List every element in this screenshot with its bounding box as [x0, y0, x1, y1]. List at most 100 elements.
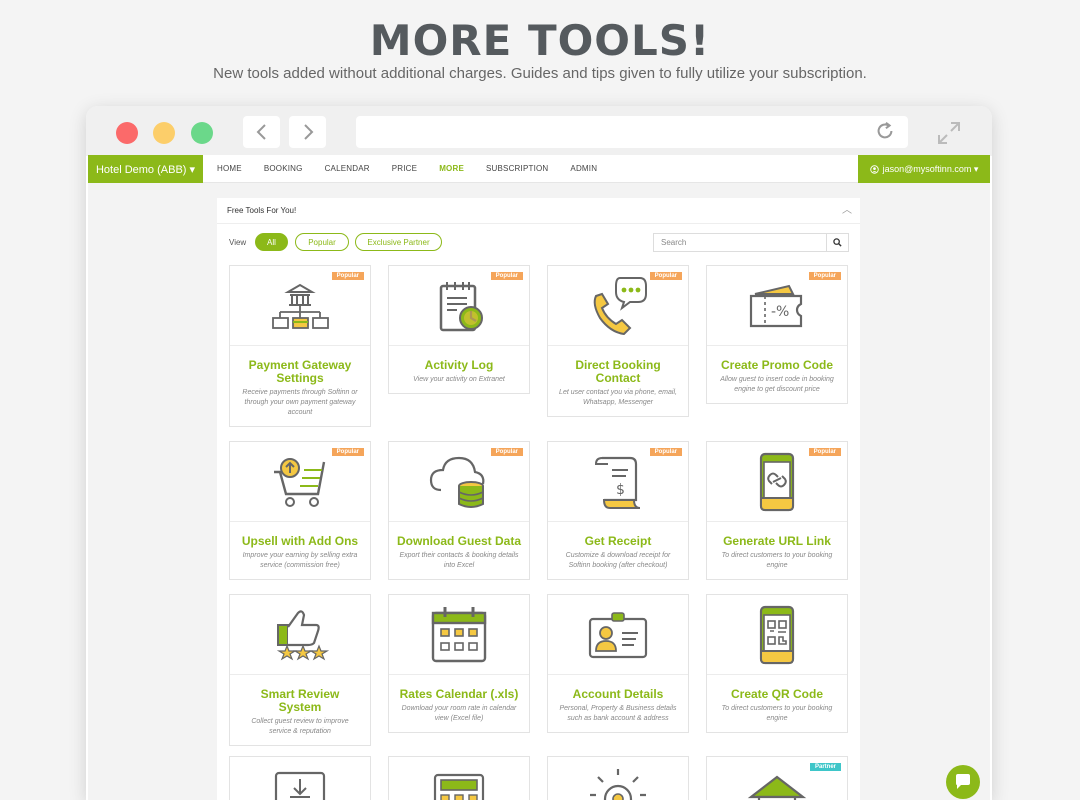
- tool-card[interactable]: Popular -% Create Promo Code Allow guest…: [706, 265, 848, 404]
- tool-title: Create Promo Code: [720, 358, 834, 372]
- hero-title: MORE TOOLS!: [369, 16, 711, 65]
- tool-card[interactable]: Smart Review System Collect guest review…: [229, 594, 371, 746]
- facebook-download-icon: [274, 771, 326, 800]
- popular-badge: Popular: [808, 272, 841, 280]
- calendar-icon: [431, 606, 487, 662]
- user-email: jason@mysoftinn.com ▾: [882, 163, 979, 174]
- chat-bubble-icon: [956, 774, 970, 789]
- tool-desc: Personal, Property & Business details su…: [559, 705, 677, 722]
- popular-badge: Popular: [331, 272, 364, 280]
- calculator-icon: [433, 773, 485, 800]
- activity-log-icon: [439, 281, 483, 331]
- user-menu[interactable]: jason@mysoftinn.com ▾: [858, 155, 990, 183]
- popular-badge: Popular: [331, 448, 364, 456]
- tool-card[interactable]: Popular Payment Gateway Settings Receive…: [229, 265, 371, 427]
- tool-desc: To direct customers to your booking engi…: [721, 705, 833, 722]
- tool-desc: Allow guest to insert code in booking en…: [720, 376, 834, 393]
- chevron-left-icon: [256, 124, 266, 140]
- browser-chrome: [86, 106, 992, 156]
- tool-card[interactable]: Popular Direct Booking Contact Let user …: [547, 265, 689, 417]
- popular-badge: Popular: [490, 448, 523, 456]
- tool-title: Rates Calendar (.xls): [399, 687, 519, 701]
- tool-desc: View your activity on Extranet: [413, 376, 505, 383]
- menu-booking[interactable]: BOOKING: [253, 155, 314, 183]
- tool-title: Generate URL Link: [723, 534, 831, 548]
- tool-title: Account Details: [572, 687, 664, 701]
- search-icon: [833, 238, 842, 247]
- popular-badge: Popular: [649, 272, 682, 280]
- tool-title: Create QR Code: [730, 687, 824, 701]
- maximize-dot[interactable]: [191, 122, 213, 144]
- tool-card[interactable]: Popular Upsell with Add Ons Improve your…: [229, 441, 371, 580]
- tool-desc: Let user contact you via phone, email, W…: [559, 389, 677, 406]
- tool-card[interactable]: Account Details Personal, Property & Bus…: [547, 594, 689, 733]
- tool-desc: Customize & download receipt for Softinn…: [565, 552, 671, 569]
- menu-price[interactable]: PRICE: [381, 155, 428, 183]
- tool-title: Activity Log: [424, 358, 494, 372]
- receipt-icon: $: [594, 456, 641, 509]
- house-chart-icon: [747, 775, 807, 800]
- tool-card[interactable]: Partner: [706, 756, 848, 800]
- popular-badge: Popular: [649, 448, 682, 456]
- tool-desc: To direct customers to your booking engi…: [721, 552, 833, 569]
- search-input[interactable]: Search: [653, 233, 849, 252]
- menu-calendar[interactable]: CALENDAR: [314, 155, 381, 183]
- tool-title: Upsell with Add Ons: [241, 534, 359, 548]
- phone-chat-icon: [593, 276, 647, 335]
- back-button[interactable]: [243, 116, 280, 148]
- hotel-selector[interactable]: Hotel Demo (ABB) ▾: [88, 155, 203, 183]
- menu-home[interactable]: HOME: [206, 155, 253, 183]
- tool-card[interactable]: Popular $ Get Receipt Customize & downlo…: [547, 441, 689, 580]
- partner-badge: Partner: [809, 763, 841, 771]
- popular-badge: Popular: [490, 272, 523, 280]
- view-label: View: [229, 238, 247, 247]
- tool-desc: Receive payments through Softinn or thro…: [242, 389, 358, 416]
- hero-subtitle: New tools added without additional charg…: [213, 65, 867, 82]
- menu-admin[interactable]: ADMIN: [559, 155, 608, 183]
- promo-ticket-icon: -%: [749, 284, 803, 327]
- svg-text:$: $: [616, 482, 625, 498]
- main-menu: HOME BOOKING CALENDAR PRICE MORE SUBSCRI…: [206, 155, 608, 183]
- cloud-database-icon: [429, 456, 485, 508]
- svg-text:-%: -%: [771, 304, 789, 320]
- tool-card[interactable]: Rates Calendar (.xls) Download your room…: [388, 594, 530, 733]
- tool-title: Get Receipt: [584, 534, 652, 548]
- menu-more[interactable]: MORE: [428, 155, 475, 183]
- id-card-icon: [588, 611, 648, 658]
- filter-popular[interactable]: Popular: [295, 233, 349, 251]
- menu-subscription[interactable]: SUBSCRIPTION: [475, 155, 559, 183]
- popular-badge: Popular: [808, 448, 841, 456]
- chevron-up-icon[interactable]: ︿: [842, 198, 852, 224]
- panel-header[interactable]: Free Tools For You! ︿: [217, 198, 860, 224]
- browser-window: Hotel Demo (ABB) ▾ HOME BOOKING CALENDAR…: [86, 106, 992, 800]
- tool-card[interactable]: Popular Generate URL Link To direct cust…: [706, 441, 848, 580]
- tool-card[interactable]: Download Guest Data Export their contact…: [388, 441, 530, 580]
- mobile-link-icon: [759, 452, 795, 511]
- expand-icon[interactable]: [936, 120, 962, 146]
- close-dot[interactable]: [116, 122, 138, 144]
- tool-card[interactable]: Popular Activity Log View your activity …: [388, 265, 530, 394]
- cart-upsell-icon: [274, 457, 326, 507]
- url-bar[interactable]: [356, 116, 908, 148]
- tool-desc: Improve your earning by selling extra se…: [242, 552, 358, 569]
- tool-card[interactable]: [388, 756, 530, 800]
- bank-transfer-icon: [272, 283, 329, 329]
- tool-card[interactable]: Create QR Code To direct customers to yo…: [706, 594, 848, 733]
- search-placeholder: Search: [661, 238, 687, 247]
- chat-button[interactable]: [946, 765, 980, 799]
- tool-card[interactable]: [229, 756, 371, 800]
- tool-title: Smart Review System: [260, 687, 340, 714]
- user-circle-icon: [869, 164, 879, 174]
- tool-card[interactable]: [547, 756, 689, 800]
- lightbulb-icon: [590, 768, 646, 800]
- minimize-dot[interactable]: [153, 122, 175, 144]
- forward-button[interactable]: [289, 116, 326, 148]
- reload-icon[interactable]: [874, 120, 896, 142]
- search-button[interactable]: [826, 234, 848, 251]
- tool-title: Download Guest Data: [397, 534, 522, 548]
- panel-title: Free Tools For You!: [227, 206, 297, 215]
- tool-title: Payment Gateway Settings: [248, 358, 352, 385]
- filter-exclusive-partner[interactable]: Exclusive Partner: [355, 233, 442, 251]
- chevron-right-icon: [303, 124, 313, 140]
- filter-all[interactable]: All: [255, 233, 288, 251]
